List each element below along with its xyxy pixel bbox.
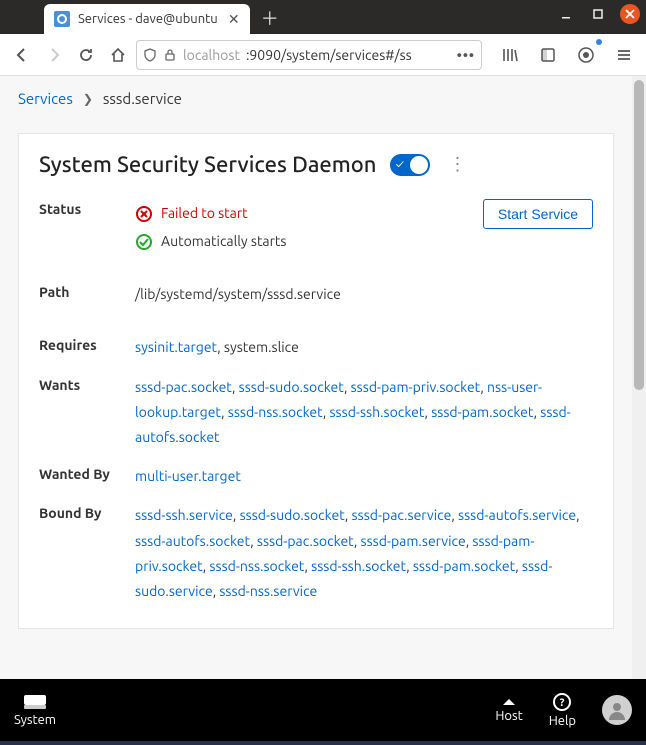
svg-text:?: ?: [560, 697, 565, 709]
unit-link[interactable]: sssd-pac.socket: [257, 533, 354, 549]
bound-by-list: sssd-ssh.service, sssd-sudo.socket, sssd…: [135, 503, 593, 604]
library-icon[interactable]: [496, 41, 524, 69]
user-avatar[interactable]: [602, 695, 632, 725]
close-icon[interactable]: [620, 4, 640, 24]
sidebar-icon[interactable]: [534, 41, 562, 69]
unit-link[interactable]: sssd-ssh.socket: [329, 404, 424, 420]
requires-row: Requires sysinit.target, system.slice: [39, 335, 593, 360]
status-row: Status Failed to start Start Service: [39, 199, 593, 254]
status-auto-text: Automatically starts: [161, 229, 287, 254]
unit-link[interactable]: sysinit.target: [135, 339, 217, 355]
enable-toggle[interactable]: ✓: [390, 154, 430, 176]
address-bar[interactable]: localhost :9090/system/services#/ss •••: [136, 40, 482, 70]
unit-link[interactable]: sssd-pam.socket: [431, 404, 533, 420]
toolbar-right: [496, 41, 638, 69]
status-label: Status: [39, 199, 135, 254]
help-icon: ?: [552, 692, 572, 712]
requires-label: Requires: [39, 335, 135, 360]
title-bar: Services - dave@ubuntu ✕ ＋: [0, 0, 646, 34]
browser-window: Services - dave@ubuntu ✕ ＋ localhost :909…: [0, 0, 646, 745]
url-host: localhost: [183, 47, 240, 63]
favicon-icon: [54, 11, 70, 27]
unit-link[interactable]: sssd-pac.socket: [135, 379, 232, 395]
scrollbar-thumb[interactable]: [634, 80, 644, 390]
profile-icon[interactable]: [572, 41, 600, 69]
window-controls: [556, 4, 640, 24]
wanted-by-list: multi-user.target: [135, 464, 593, 489]
breadcrumb: Services ❯ sssd.service: [0, 76, 632, 121]
tab-title: Services - dave@ubuntu: [78, 12, 218, 26]
bound-by-row: Bound By sssd-ssh.service, sssd-sudo.soc…: [39, 503, 593, 604]
unit-link[interactable]: sssd-sudo.socket: [239, 379, 344, 395]
minimize-icon[interactable]: [556, 4, 576, 24]
toggle-knob: [410, 156, 428, 174]
breadcrumb-root[interactable]: Services: [18, 90, 73, 107]
home-button[interactable]: [104, 41, 132, 69]
unit-link[interactable]: sssd-nss.socket: [228, 404, 323, 420]
footer-help[interactable]: ? Help: [549, 692, 576, 728]
page-viewport: Services ❯ sssd.service System Security …: [0, 76, 646, 679]
wants-label: Wants: [39, 375, 135, 451]
footer-host-label: Host: [495, 709, 522, 723]
bound-by-label: Bound By: [39, 503, 135, 604]
unit-link[interactable]: sssd-pac.service: [352, 507, 452, 523]
unit-link[interactable]: sssd-nss.socket: [209, 558, 304, 574]
shield-icon: [143, 48, 157, 62]
forward-button[interactable]: [40, 41, 68, 69]
tab-strip: Services - dave@ubuntu ✕ ＋: [44, 0, 284, 34]
unit-link[interactable]: sssd-autofs.service: [458, 507, 576, 523]
menu-icon[interactable]: [610, 41, 638, 69]
footer-system-label: System: [14, 713, 56, 727]
tab-close-icon[interactable]: ✕: [226, 11, 242, 27]
unit-link[interactable]: sssd-pam.service: [361, 533, 466, 549]
unit-link[interactable]: sssd-autofs.socket: [135, 533, 250, 549]
footer-host[interactable]: Host: [495, 697, 522, 723]
caret-up-icon: [501, 697, 517, 707]
unit-link[interactable]: sssd-nss.service: [219, 583, 317, 599]
status-failed-text: Failed to start: [161, 201, 248, 226]
browser-toolbar: localhost :9090/system/services#/ss •••: [0, 34, 646, 76]
unit-link[interactable]: sssd-pam.socket: [413, 558, 515, 574]
lock-icon: [163, 48, 177, 62]
start-service-button[interactable]: Start Service: [483, 199, 593, 229]
unit-link[interactable]: sssd-sudo.socket: [240, 507, 345, 523]
unit-link[interactable]: sssd-pam-priv.socket: [351, 379, 481, 395]
more-actions-icon[interactable]: ⋮: [444, 154, 470, 175]
page-title: System Security Services Daemon: [39, 152, 376, 177]
breadcrumb-current: sssd.service: [103, 90, 182, 107]
chevron-right-icon: ❯: [83, 92, 93, 106]
requires-list: sysinit.target, system.slice: [135, 335, 593, 360]
server-icon: [22, 693, 48, 711]
unit-link[interactable]: sssd-ssh.service: [135, 507, 233, 523]
wants-list: sssd-pac.socket, sssd-sudo.socket, sssd-…: [135, 375, 593, 451]
error-icon: [135, 205, 153, 223]
reload-button[interactable]: [72, 41, 100, 69]
footer-help-label: Help: [549, 714, 576, 728]
footer-accent: [0, 741, 646, 745]
unit-plain: system.slice: [224, 339, 299, 355]
wants-row: Wants sssd-pac.socket, sssd-sudo.socket,…: [39, 375, 593, 451]
url-path: :9090/system/services#/ss: [246, 47, 412, 63]
maximize-icon[interactable]: [588, 4, 608, 24]
unit-link[interactable]: multi-user.target: [135, 468, 241, 484]
path-row: Path /lib/systemd/system/sssd.service: [39, 282, 593, 307]
scrollbar-track[interactable]: [632, 76, 646, 679]
service-card: System Security Services Daemon ✓ ⋮ Stat…: [18, 133, 614, 629]
new-tab-button[interactable]: ＋: [256, 4, 284, 32]
unit-link[interactable]: sssd-ssh.socket: [311, 558, 406, 574]
cockpit-footer: System Host ? Help: [0, 679, 646, 741]
path-label: Path: [39, 282, 135, 307]
url-actions-icon[interactable]: •••: [457, 47, 475, 63]
check-icon: ✓: [395, 158, 403, 171]
footer-system[interactable]: System: [14, 693, 56, 727]
wanted-by-row: Wanted By multi-user.target: [39, 464, 593, 489]
browser-tab[interactable]: Services - dave@ubuntu ✕: [44, 4, 250, 34]
success-icon: [135, 233, 153, 251]
back-button[interactable]: [8, 41, 36, 69]
wanted-by-label: Wanted By: [39, 464, 135, 489]
path-value: /lib/systemd/system/sssd.service: [135, 282, 593, 307]
